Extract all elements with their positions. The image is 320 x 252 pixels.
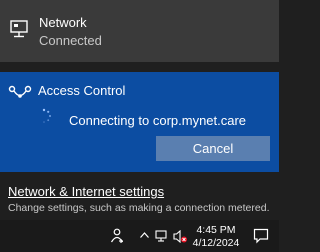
vpn-title: Access Control [38, 83, 126, 98]
loading-spinner-icon [42, 108, 51, 123]
network-icon[interactable] [155, 230, 169, 242]
vpn-connection-status: Connecting to corp.mynet.care [69, 113, 247, 128]
network-status: Connected [39, 33, 102, 48]
notification-icon[interactable] [253, 228, 269, 244]
network-settings-description: Change settings, such as making a connec… [8, 202, 270, 214]
clock-time: 4:45 PM [196, 224, 236, 236]
wired-network-icon [10, 20, 28, 38]
taskbar: 4:45 PM 4/12/2024 [0, 220, 279, 252]
clock-date: 4/12/2024 [192, 237, 240, 249]
vpn-panel: Access Control Connecting to corp.mynet.… [0, 72, 279, 172]
vpn-icon [8, 85, 32, 98]
volume-muted-icon[interactable] [173, 230, 187, 243]
chevron-up-icon[interactable] [140, 232, 149, 238]
system-clock[interactable]: 4:45 PM 4/12/2024 [190, 224, 242, 250]
network-row[interactable]: Network Connected [0, 0, 279, 62]
people-icon[interactable] [110, 228, 124, 244]
network-settings-link[interactable]: Network & Internet settings [8, 184, 164, 199]
network-title: Network [39, 15, 87, 30]
cancel-button[interactable]: Cancel [156, 136, 270, 161]
